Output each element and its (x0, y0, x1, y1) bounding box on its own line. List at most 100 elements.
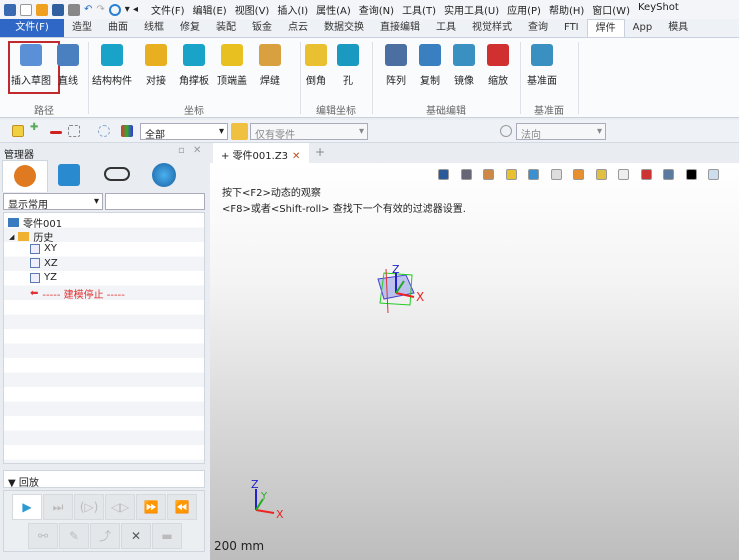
edit-button[interactable]: ✎ (59, 523, 89, 549)
ribbon-tab[interactable]: 直接编辑 (372, 19, 428, 37)
menu-item[interactable]: 应用(P) (504, 2, 544, 17)
fast-forward-button[interactable]: ⏩ (136, 494, 166, 520)
black-color-icon[interactable] (685, 169, 697, 180)
ribbon-button[interactable]: 孔 (328, 42, 368, 87)
step-button[interactable]: ⏭ (43, 494, 73, 520)
ribbon-button[interactable]: 对接 (136, 42, 176, 87)
cube-icon[interactable] (528, 169, 539, 180)
tab-render-icon[interactable] (152, 163, 176, 187)
tab-document[interactable]: + 零件001.Z3 ✕ (213, 143, 309, 163)
direction-icon[interactable] (500, 125, 512, 137)
ribbon-tab[interactable]: 装配 (208, 19, 244, 37)
play-loop-button[interactable]: ◁▷ (105, 494, 135, 520)
fit-icon[interactable] (595, 169, 607, 180)
part-filter-icon[interactable] (231, 123, 248, 140)
tab-view-icon[interactable] (104, 167, 130, 181)
open-file-icon[interactable] (36, 3, 48, 16)
ribbon-tab[interactable]: 查询 (520, 19, 556, 37)
ribbon-tab[interactable]: 工具 (428, 19, 464, 37)
wireframe-icon[interactable] (550, 169, 562, 180)
tab-assembly-icon[interactable] (58, 164, 80, 186)
menu-item[interactable]: 编辑(E) (190, 2, 230, 17)
ribbon-tab[interactable]: 数据交换 (316, 19, 372, 37)
menu-item[interactable]: 窗口(W) (589, 2, 633, 17)
menu-item[interactable]: 视图(V) (232, 2, 273, 17)
ribbon-tab[interactable]: 模具 (660, 19, 696, 37)
replay-header[interactable]: ▼ 回放 (3, 470, 205, 489)
tree-search-input[interactable] (105, 193, 205, 210)
tab-history[interactable] (2, 160, 48, 192)
direction-select[interactable]: 法向 ▾ (516, 123, 606, 141)
ribbon-tab[interactable]: 曲面 (100, 19, 136, 37)
ribbon-button[interactable]: 焊缝 (250, 42, 290, 87)
ribbon-tab[interactable]: App (625, 19, 661, 37)
suppress-button[interactable]: ▬ (152, 523, 182, 549)
new-tab-button[interactable]: + (315, 145, 325, 159)
play-button[interactable]: ▶ (12, 494, 42, 520)
ribbon-button[interactable]: 角撑板 (174, 42, 214, 87)
ribbon-button[interactable]: 结构构件 (92, 42, 132, 87)
print-icon[interactable] (68, 3, 80, 16)
menu-item[interactable]: KeyShot (635, 2, 682, 17)
display-select[interactable]: 显示常用 ▾ (3, 193, 103, 211)
menu-item[interactable]: 插入(I) (274, 2, 311, 17)
ribbon-button[interactable]: 顶端盖 (212, 42, 252, 87)
rollback-button[interactable]: ⤴ (90, 523, 120, 549)
ribbon-tab[interactable]: 点云 (280, 19, 316, 37)
ribbon-tab[interactable]: FTI (556, 19, 587, 37)
collapse-icon[interactable]: ◢ (9, 233, 14, 241)
select-icon[interactable] (108, 3, 121, 16)
redo-icon[interactable]: ↷ (96, 4, 104, 16)
menu-item[interactable]: 查询(N) (356, 2, 397, 17)
ribbon-tab[interactable]: 修复 (172, 19, 208, 37)
tree-root[interactable]: 零件001 (8, 215, 62, 230)
filter-icon[interactable] (121, 125, 133, 137)
quick-access-dropdown-icon[interactable]: ▾ ◂ (125, 4, 138, 15)
link-button[interactable]: ⚯ (28, 523, 58, 549)
ribbon-button[interactable]: 基准面 (522, 42, 562, 87)
menu-item[interactable]: 文件(F) (148, 2, 188, 17)
tree-plane[interactable]: XY (30, 243, 57, 254)
ribbon-tab[interactable]: 线框 (136, 19, 172, 37)
ribbon-tab[interactable]: 视觉样式 (464, 19, 520, 37)
menu-item[interactable]: 帮助(H) (546, 2, 587, 17)
tree-plane[interactable]: XZ (30, 258, 58, 269)
play-step-button[interactable]: (▷) (74, 494, 104, 520)
part-filter-select[interactable]: 仅有零件 ▾ (250, 123, 368, 141)
ribbon-tab[interactable]: 钣金 (244, 19, 280, 37)
rewind-button[interactable]: ⏪ (167, 494, 197, 520)
appearance-icon[interactable] (663, 169, 674, 180)
pin-icon[interactable]: ▫ (178, 145, 185, 156)
menu-item[interactable]: 实用工具(U) (441, 2, 502, 17)
ribbon-tab[interactable]: 焊件 (586, 19, 625, 37)
render-icon[interactable] (573, 169, 584, 180)
close-tab-icon[interactable]: ✕ (292, 151, 300, 162)
new-file-icon[interactable] (20, 3, 32, 16)
ribbon-button[interactable]: 缩放 (478, 42, 518, 87)
view-style-icon[interactable] (460, 169, 472, 180)
add-icon[interactable]: ✚ (30, 122, 42, 134)
pick-icon[interactable] (12, 125, 24, 137)
shade-icon[interactable] (505, 169, 517, 180)
menu-item[interactable]: 属性(A) (313, 2, 354, 17)
ribbon-button[interactable]: 直线 (48, 42, 88, 87)
save-icon[interactable] (52, 3, 64, 16)
undo-icon[interactable]: ↶ (84, 4, 92, 16)
ribbon-tab[interactable]: 文件(F) (0, 19, 64, 37)
tree-history[interactable]: ◢ 历史 (9, 229, 53, 244)
delete-button[interactable]: ✕ (121, 523, 151, 549)
ribbon-tab[interactable]: 造型 (64, 19, 100, 37)
3d-viewport[interactable]: 按下<F2>动态的观察 <F8>或者<Shift-roll> 查找下一个有效的过… (210, 163, 739, 560)
close-panel-icon[interactable]: ✕ (193, 145, 201, 156)
remove-icon[interactable] (50, 131, 62, 134)
tree-plane[interactable]: YZ (30, 272, 57, 283)
display-icon[interactable] (618, 169, 629, 180)
light-color-icon[interactable] (708, 169, 719, 180)
walk-icon[interactable] (438, 169, 449, 180)
lasso-icon[interactable] (98, 125, 110, 137)
menu-item[interactable]: 工具(T) (399, 2, 439, 17)
filter-select[interactable]: 全部 ▾ (140, 123, 228, 141)
tree-stop-marker[interactable]: ⬅ ----- 建模停止 ----- (30, 286, 125, 301)
box-select-icon[interactable] (68, 125, 80, 137)
pencil-icon[interactable] (483, 169, 494, 180)
